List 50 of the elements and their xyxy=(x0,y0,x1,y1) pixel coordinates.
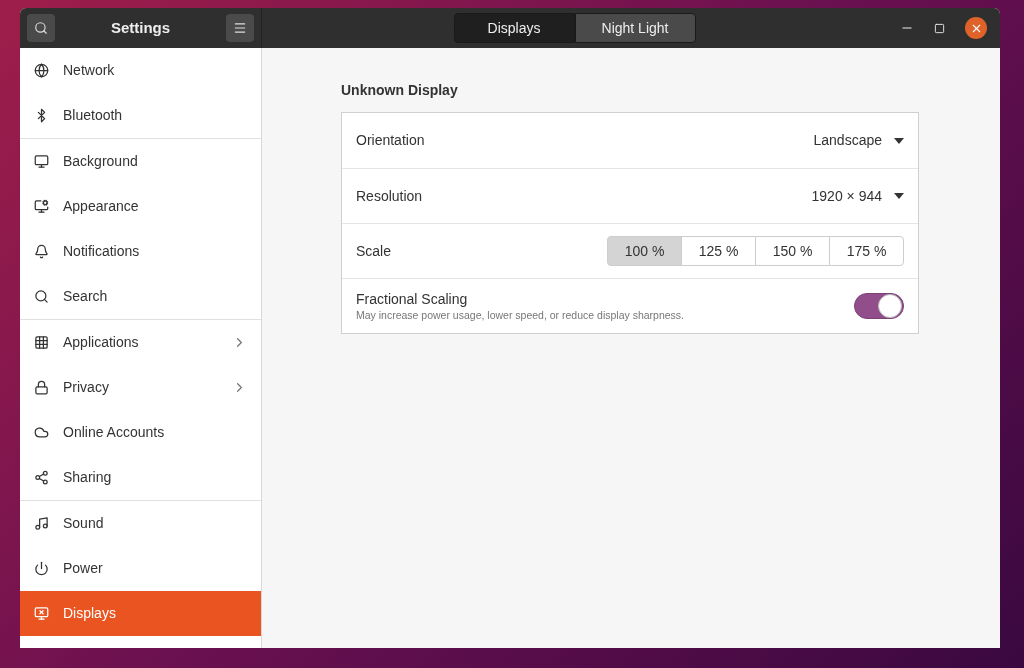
switch-thumb xyxy=(878,294,902,318)
sidebar-item[interactable]: Background xyxy=(20,139,261,184)
menu-icon xyxy=(233,21,247,35)
power-icon xyxy=(34,561,49,576)
setting-label: Fractional Scaling xyxy=(356,290,469,308)
sidebar-item[interactable]: Online Accounts xyxy=(20,410,261,455)
dropdown[interactable]: 1920 × 944 xyxy=(811,185,904,207)
sidebar-item[interactable]: Sharing xyxy=(20,455,261,500)
scale-option[interactable]: 100 % xyxy=(607,236,682,266)
sidebar-item[interactable]: Network xyxy=(20,48,261,93)
sidebar-item[interactable]: Search xyxy=(20,274,261,319)
share-icon xyxy=(34,470,49,485)
sidebar-item[interactable]: Bluetooth xyxy=(20,93,261,138)
search-icon xyxy=(34,21,48,35)
window-title: Settings xyxy=(109,17,172,38)
cloud-icon xyxy=(34,425,49,440)
setting-label: Scale xyxy=(356,241,392,261)
search-icon xyxy=(34,289,49,304)
scale-option[interactable]: 125 % xyxy=(681,236,756,266)
scale-option[interactable]: 175 % xyxy=(829,236,904,266)
maximize-icon[interactable] xyxy=(934,22,945,34)
toggle-switch[interactable] xyxy=(854,293,904,319)
music-note-icon xyxy=(34,516,49,531)
view-tab[interactable]: Night Light xyxy=(574,13,696,43)
view-tab[interactable]: Displays xyxy=(453,13,575,43)
setting-label: Resolution xyxy=(356,186,423,206)
caret-icon xyxy=(894,193,904,199)
monitor-icon xyxy=(34,606,49,621)
sidebar-item[interactable]: Applications xyxy=(20,320,261,365)
globe-icon xyxy=(34,63,49,78)
sidebar-item[interactable]: Power xyxy=(20,546,261,591)
setting-label: Orientation xyxy=(356,131,425,150)
monitor-gear-icon xyxy=(34,199,49,214)
sidebar-item[interactable]: Privacy xyxy=(20,365,261,410)
bell-icon xyxy=(34,244,49,259)
sidebar-item[interactable]: Sound xyxy=(20,501,261,546)
caret-icon xyxy=(894,137,904,144)
section-title: Unknown Display xyxy=(341,81,459,100)
sidebar-item[interactable]: Displays xyxy=(20,591,261,636)
sidebar-item[interactable]: Notifications xyxy=(20,229,261,274)
lock-icon xyxy=(34,380,49,395)
close-button[interactable] xyxy=(965,17,987,39)
search-button[interactable] xyxy=(27,14,55,42)
menu-button[interactable] xyxy=(226,14,254,42)
setting-description: May increase power usage, lower speed, or reduce display sharpness. xyxy=(356,307,684,322)
scale-option[interactable]: 150 % xyxy=(755,236,830,266)
grid-icon xyxy=(34,335,49,350)
sidebar-item[interactable]: Appearance xyxy=(20,184,261,229)
dropdown[interactable]: Landscape xyxy=(813,130,904,151)
monitor-icon xyxy=(34,154,49,169)
